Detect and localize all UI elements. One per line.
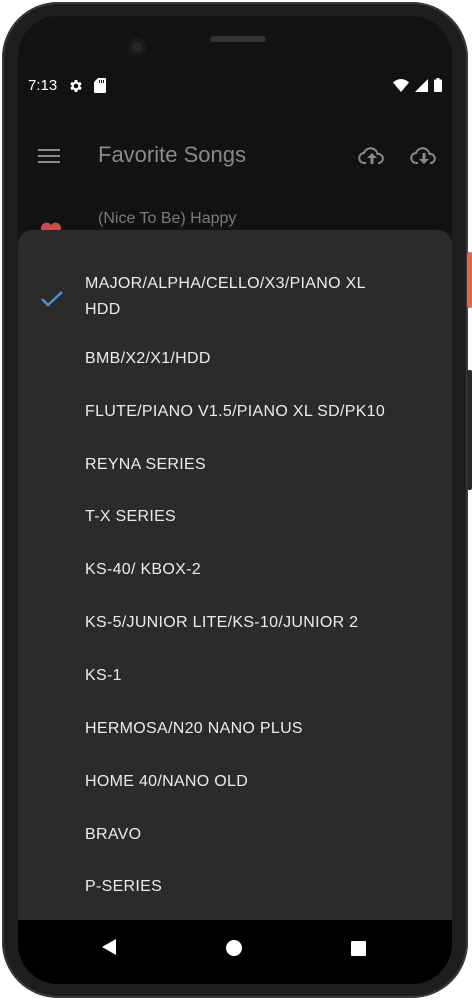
menu-item-ks1[interactable]: KS-1 [85,663,122,689]
back-triangle-icon[interactable] [100,938,118,956]
battery-icon [434,78,442,92]
settings-gear-icon [70,80,82,92]
menu-item-home40[interactable]: HOME 40/NANO OLD [85,769,248,795]
status-bar: 7:13 [18,74,452,100]
song-title: (Nice To Be) Happy [98,210,237,227]
wifi-icon [393,78,409,92]
cell-signal-icon [415,78,428,92]
menu-item-bravo[interactable]: BRAVO [85,822,141,848]
screen: 7:13 Favorite Songs (Nice To Be) Happy M… [18,16,452,984]
status-time: 7:13 [28,77,58,94]
navigation-bar [18,920,452,984]
earpiece-speaker [210,36,266,42]
menu-item-ks40[interactable]: KS-40/ KBOX-2 [85,557,201,583]
instrument-model-menu: MAJOR/ALPHA/CELLO/X3/PIANO XL HDD BMB/X2… [18,230,452,920]
menu-item-label: MAJOR/ALPHA/CELLO/X3/PIANO XL [85,275,366,292]
volume-button [467,370,472,490]
front-camera [128,38,146,56]
checkmark-icon [41,291,63,307]
cloud-download-icon[interactable] [410,144,438,168]
recent-apps-square-icon[interactable] [351,941,366,956]
menu-item-hermosa[interactable]: HERMOSA/N20 NANO PLUS [85,716,303,742]
sd-card-icon [94,78,106,93]
status-indicators [393,78,442,92]
cloud-upload-icon[interactable] [358,144,386,168]
menu-item-flute[interactable]: FLUTE/PIANO V1.5/PIANO XL SD/PK10 [85,399,385,425]
home-circle-icon[interactable] [226,940,242,956]
menu-item-major-alpha[interactable]: MAJOR/ALPHA/CELLO/X3/PIANO XL HDD [85,271,366,323]
power-button [467,252,472,308]
menu-item-ks5[interactable]: KS-5/JUNIOR LITE/KS-10/JUNIOR 2 [85,610,358,636]
menu-item-reyna[interactable]: REYNA SERIES [85,452,206,478]
app-bar: Favorite Songs [18,128,452,184]
hamburger-menu-icon[interactable] [38,145,60,167]
menu-item-tx[interactable]: T-X SERIES [85,504,176,530]
menu-item-bmb[interactable]: BMB/X2/X1/HDD [85,346,211,372]
app-title: Favorite Songs [98,142,246,167]
menu-item-pseries[interactable]: P-SERIES [85,874,162,900]
menu-item-label-continued: HDD [85,301,121,318]
